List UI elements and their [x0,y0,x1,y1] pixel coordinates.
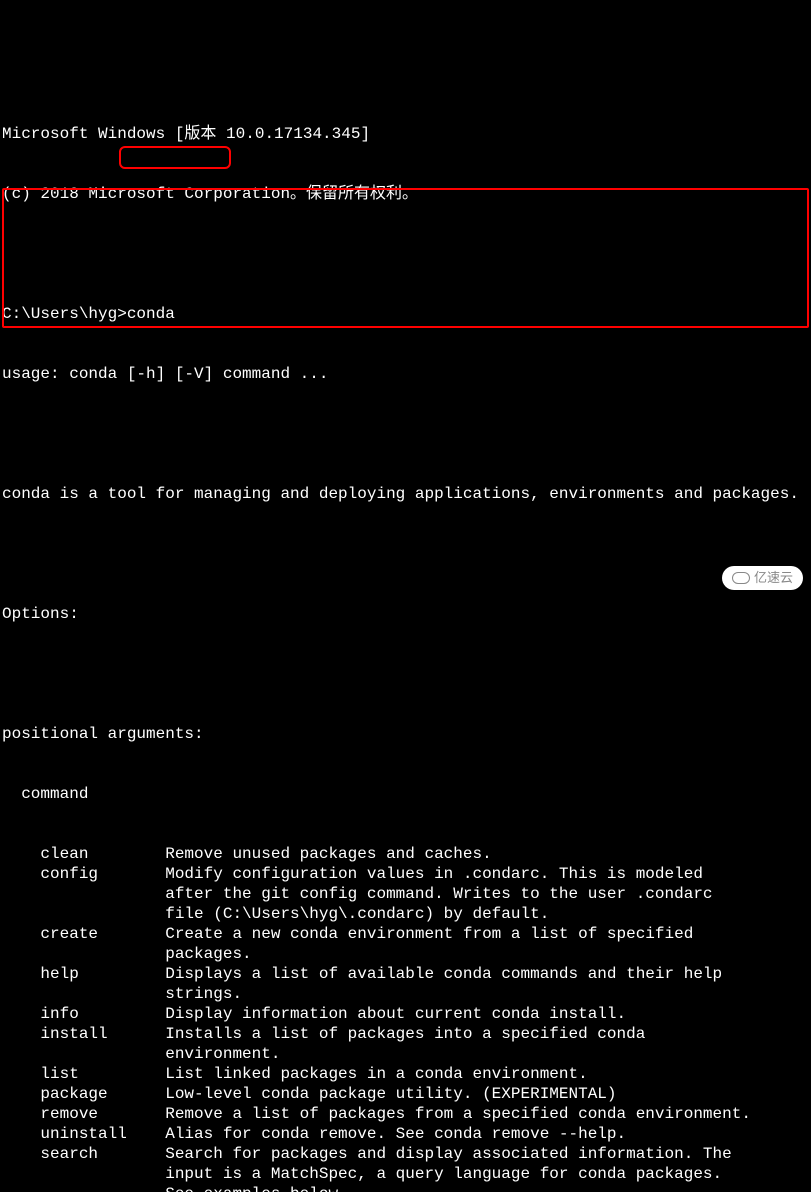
command-row: list List linked packages in a conda env… [2,1064,809,1084]
command-row: package Low-level conda package utility.… [2,1084,809,1104]
command-row: file (C:\Users\hyg\.condarc) by default. [2,904,809,924]
header-line-2: (c) 2018 Microsoft Corporation。保留所有权利。 [2,184,809,204]
command-row: input is a MatchSpec, a query language f… [2,1164,809,1184]
watermark-badge: 亿速云 [722,566,803,590]
command-row: install Installs a list of packages into… [2,1024,809,1044]
command-row: strings. [2,984,809,1004]
usage-line: usage: conda [-h] [-V] command ... [2,364,809,384]
header-line-1: Microsoft Windows [版本 10.0.17134.345] [2,124,809,144]
description-line: conda is a tool for managing and deployi… [2,484,809,504]
blank-line [2,244,809,264]
command-row: remove Remove a list of packages from a … [2,1104,809,1124]
watermark-text: 亿速云 [754,568,793,588]
options-label: Options: [2,604,809,624]
prompt-line: C:\Users\hyg>conda [2,304,809,324]
command-row: config Modify configuration values in .c… [2,864,809,884]
terminal-window[interactable]: Microsoft Windows [版本 10.0.17134.345] (c… [0,80,811,1192]
blank-line [2,424,809,444]
highlight-annotation-command [119,146,231,169]
positional-arg: command [2,784,809,804]
command-row: create Create a new conda environment fr… [2,924,809,944]
command-input[interactable]: conda [127,305,175,323]
command-row: search Search for packages and display a… [2,1144,809,1164]
positional-label: positional arguments: [2,724,809,744]
command-row: clean Remove unused packages and caches. [2,844,809,864]
command-row: environment. [2,1044,809,1064]
cloud-icon [732,572,750,584]
command-row: info Display information about current c… [2,1004,809,1024]
command-row: uninstall Alias for conda remove. See co… [2,1124,809,1144]
blank-line [2,544,809,564]
prompt-path: C:\Users\hyg> [2,305,127,323]
commands-list: clean Remove unused packages and caches.… [2,844,809,1192]
command-row: help Displays a list of available conda … [2,964,809,984]
blank-line [2,664,809,684]
command-row: packages. [2,944,809,964]
command-row: See examples below. [2,1184,809,1192]
command-row: after the git config command. Writes to … [2,884,809,904]
